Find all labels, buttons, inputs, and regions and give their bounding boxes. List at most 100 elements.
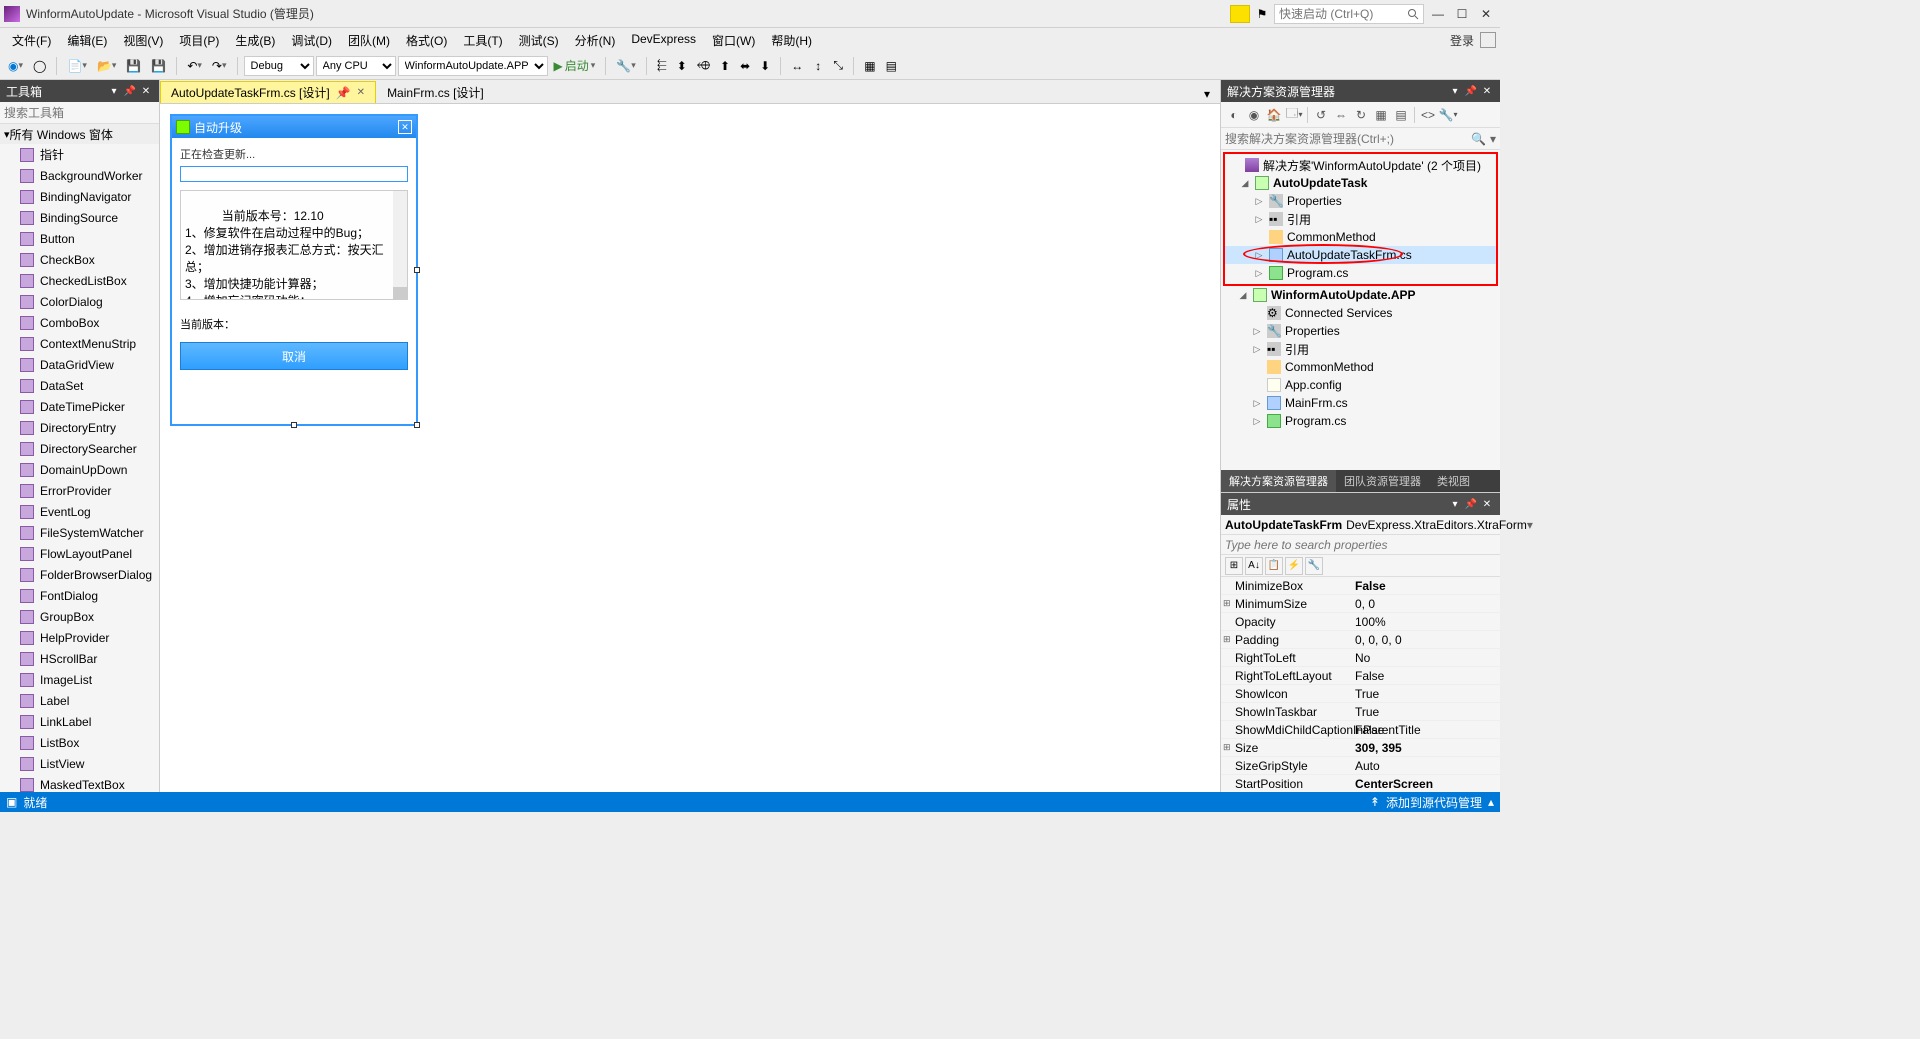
tab-active[interactable]: AutoUpdateTaskFrm.cs [设计] 📌 ✕ [160, 81, 376, 103]
toolbox-item[interactable]: HScrollBar [0, 648, 159, 669]
design-canvas[interactable]: 自动升级 ✕ 正在检查更新... 当前版本号：12.10 1、修复软件在启动过程… [160, 104, 1220, 792]
project-node[interactable]: ◢AutoUpdateTask [1225, 174, 1496, 192]
resize-handle-right[interactable] [414, 267, 420, 273]
toolbox-item[interactable]: MaskedTextBox [0, 774, 159, 792]
tree-item[interactable]: ▷Program.cs [1223, 412, 1498, 430]
avatar-icon[interactable] [1480, 32, 1496, 48]
scm-icon[interactable]: ↟ [1370, 795, 1380, 809]
toolbox-item[interactable]: FileSystemWatcher [0, 522, 159, 543]
tab-close-icon[interactable]: ✕ [357, 87, 365, 98]
toolbox-item[interactable]: LinkLabel [0, 711, 159, 732]
resize-handle-corner[interactable] [414, 422, 420, 428]
tree-item[interactable]: ▷▪▪引用 [1225, 210, 1496, 228]
menu-item[interactable]: 视图(V) [115, 32, 171, 49]
close-icon[interactable]: ✕ [1480, 497, 1494, 511]
categorized-icon[interactable]: ⊞ [1225, 557, 1243, 575]
sign-in-link[interactable]: 登录 [1444, 32, 1480, 49]
menu-item[interactable]: DevExpress [623, 32, 704, 46]
cancel-button[interactable]: 取消 [180, 342, 408, 370]
refresh-icon[interactable]: ↻ [1352, 106, 1370, 124]
menu-item[interactable]: 文件(F) [4, 32, 59, 49]
toolbox-item[interactable]: GroupBox [0, 606, 159, 627]
tab-team-explorer[interactable]: 团队资源管理器 [1336, 470, 1429, 492]
align-top-icon[interactable]: ⬆ [716, 55, 734, 77]
toolbox-item[interactable]: Label [0, 690, 159, 711]
property-row[interactable]: Opacity100% [1221, 613, 1500, 631]
menu-item[interactable]: 生成(B) [227, 32, 283, 49]
menu-item[interactable]: 项目(P) [171, 32, 227, 49]
tab-solution-explorer[interactable]: 解决方案资源管理器 [1221, 470, 1336, 492]
toolbox-item[interactable]: ListView [0, 753, 159, 774]
menu-item[interactable]: 格式(O) [398, 32, 455, 49]
size-both-icon[interactable]: ⤡ [829, 55, 847, 77]
align-center-icon[interactable]: ⬍ [673, 55, 691, 77]
home-icon[interactable]: ◐ [1225, 106, 1243, 124]
tree-item[interactable]: App.config [1223, 376, 1498, 394]
home2-icon[interactable]: 🏠 [1265, 106, 1283, 124]
changelog-textbox[interactable]: 当前版本号：12.10 1、修复软件在启动过程中的Bug； 2、增加进销存报表汇… [180, 190, 408, 300]
tree-item[interactable]: CommonMethod [1223, 358, 1498, 376]
tab-pin-icon[interactable]: 📌 [336, 86, 351, 100]
toolbox-item[interactable]: CheckBox [0, 249, 159, 270]
form-close-icon[interactable]: ✕ [398, 120, 412, 134]
toolbox-item[interactable]: FlowLayoutPanel [0, 543, 159, 564]
toolbox-item[interactable]: ImageList [0, 669, 159, 690]
wrench-icon[interactable]: 🔧 [1305, 557, 1323, 575]
solution-tree[interactable]: 解决方案'WinformAutoUpdate' (2 个项目) ◢AutoUpd… [1221, 150, 1500, 470]
dropdown-icon[interactable]: ▾ [1448, 497, 1462, 511]
toolbox-item[interactable]: ComboBox [0, 312, 159, 333]
solution-search-input[interactable] [1225, 132, 1471, 146]
open-icon[interactable]: 📂▾ [93, 55, 120, 77]
toolbox-category[interactable]: ▾ 所有 Windows 窗体 [0, 124, 159, 144]
toolbox-item[interactable]: HelpProvider [0, 627, 159, 648]
property-row[interactable]: MinimizeBoxFalse [1221, 577, 1500, 595]
property-row[interactable]: Padding0, 0, 0, 0 [1221, 631, 1500, 649]
align-bottom-icon[interactable]: ⬇ [756, 55, 774, 77]
toolbox-item[interactable]: ErrorProvider [0, 480, 159, 501]
project-node[interactable]: ◢WinformAutoUpdate.APP [1223, 286, 1498, 304]
toolbox-search-input[interactable] [4, 106, 159, 120]
align-middle-icon[interactable]: ⬌ [736, 55, 754, 77]
menu-item[interactable]: 编辑(E) [59, 32, 115, 49]
toolbox-item[interactable]: DataGridView [0, 354, 159, 375]
hspace-icon[interactable]: ▦ [860, 55, 879, 77]
property-row[interactable]: ShowIconTrue [1221, 685, 1500, 703]
scm-link[interactable]: 添加到源代码管理 [1380, 794, 1488, 811]
tree-item[interactable]: ▷▪▪引用 [1223, 340, 1498, 358]
menu-item[interactable]: 分析(N) [567, 32, 624, 49]
platform-combo[interactable]: Any CPU [316, 56, 396, 76]
tree-item[interactable]: ⚙Connected Services [1223, 304, 1498, 322]
toolbox-item[interactable]: FolderBrowserDialog [0, 564, 159, 585]
minimize-button[interactable]: — [1428, 5, 1448, 23]
redo-icon[interactable]: ↷▾ [208, 55, 231, 77]
menu-item[interactable]: 团队(M) [340, 32, 398, 49]
property-row[interactable]: RightToLeftLayoutFalse [1221, 667, 1500, 685]
tree-item[interactable]: ▷🔧Properties [1223, 322, 1498, 340]
size-height-icon[interactable]: ↕ [809, 55, 827, 77]
dropdown-icon[interactable]: ▾ [1490, 132, 1496, 146]
collapse-icon[interactable]: ⇔ [1332, 106, 1350, 124]
feedback-flag-icon[interactable]: ⚑ [1254, 6, 1270, 22]
back-icon[interactable]: ◉ [1245, 106, 1263, 124]
toolbox-item[interactable]: DomainUpDown [0, 459, 159, 480]
undo-icon[interactable]: ↶▾ [183, 55, 206, 77]
show-all-icon[interactable]: ▦ [1372, 106, 1390, 124]
property-row[interactable]: MinimumSize0, 0 [1221, 595, 1500, 613]
start-button[interactable]: ▶ 启动 ▾ [550, 55, 600, 77]
form-designer[interactable]: 自动升级 ✕ 正在检查更新... 当前版本号：12.10 1、修复软件在启动过程… [170, 114, 418, 426]
tree-item-selected[interactable]: ▷AutoUpdateTaskFrm.cs [1225, 246, 1496, 264]
code-icon[interactable]: <> [1419, 106, 1437, 124]
tab-other[interactable]: MainFrm.cs [设计] [376, 81, 495, 103]
tree-item[interactable]: ▷Program.cs [1225, 264, 1496, 282]
dropdown-icon[interactable]: ▾ [107, 84, 121, 98]
config-combo[interactable]: Debug [244, 56, 314, 76]
property-row[interactable]: SizeGripStyleAuto [1221, 757, 1500, 775]
property-row[interactable]: ShowMdiChildCaptionInParentTitleFalse [1221, 721, 1500, 739]
save-icon[interactable]: 💾 [122, 55, 145, 77]
notification-icon[interactable] [1230, 5, 1250, 23]
toolbox-item[interactable]: DirectorySearcher [0, 438, 159, 459]
align-left-icon[interactable]: ⬱ [653, 55, 671, 77]
dropdown-icon[interactable]: ▾ [1448, 84, 1462, 98]
property-object-combo[interactable]: AutoUpdateTaskFrm DevExpress.XtraEditors… [1221, 515, 1500, 535]
nav-fwd-icon[interactable]: ◯ [29, 55, 50, 77]
